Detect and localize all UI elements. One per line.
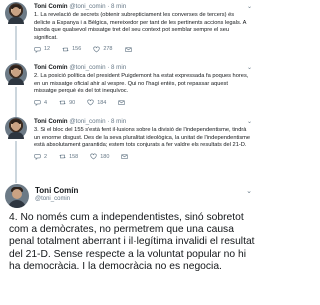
retweet-count: 158 (69, 153, 79, 160)
tweet-text: 1. La revelació de secrets (obtenir subr… (34, 12, 247, 41)
retweet-button[interactable]: 90 (59, 99, 75, 106)
like-button[interactable]: 180 (90, 153, 109, 160)
like-count: 278 (103, 46, 113, 52)
author-handle[interactable]: @toni_comin · 8 min (69, 118, 126, 125)
avatar-shirt (8, 78, 24, 85)
reply-button[interactable]: 12 (34, 46, 50, 53)
author-name[interactable]: Toni Comín (34, 118, 68, 125)
retweet-icon (59, 154, 66, 159)
mail-icon (118, 100, 125, 105)
avatar-face (12, 68, 20, 77)
retweet-count: 90 (69, 99, 76, 106)
tweet-actions: 4 90 184 (34, 99, 252, 107)
author-name[interactable]: Toni Comín (35, 186, 78, 195)
tweet-header: Toni Comín @toni_comin · 8 min (34, 64, 252, 72)
retweet-count: 156 (72, 46, 82, 52)
like-button[interactable]: 184 (87, 99, 106, 106)
chevron-down-icon[interactable]: ⌄ (247, 64, 252, 71)
chevron-down-icon[interactable]: ⌄ (246, 187, 252, 195)
reply-button[interactable]: 2 (34, 153, 47, 160)
main-tweet-text: 4. No només cum a independentistes, sinó… (9, 212, 255, 272)
reply-count: 2 (44, 153, 48, 160)
author-name[interactable]: Toni Comín (34, 3, 68, 10)
thread-tweet[interactable]: Toni Comín @toni_comin · 8 min ⌄ 3. Si e… (0, 117, 260, 183)
like-count: 180 (100, 153, 110, 160)
avatar-face (12, 7, 20, 16)
tweet-header: Toni Comín @toni_comin · 8 min (34, 118, 252, 126)
thread-line (15, 141, 17, 183)
avatar-shirt (8, 132, 24, 139)
thread-tweet[interactable]: Toni Comín @toni_comin · 8 min ⌄ 2. La p… (0, 63, 260, 122)
avatar[interactable] (5, 2, 27, 24)
tweet-content: Toni Comín @toni_comin · 8 min ⌄ 1. La r… (34, 3, 252, 53)
author-handle[interactable]: @toni_comin · 8 min (69, 3, 126, 10)
message-button[interactable] (124, 46, 135, 53)
tweet-actions: 2 158 180 (34, 153, 252, 161)
thread-tweet[interactable]: Toni Comín @toni_comin · 8 min ⌄ 1. La r… (0, 2, 260, 61)
reply-icon (34, 46, 41, 53)
heart-icon (93, 46, 100, 52)
message-button[interactable] (121, 153, 131, 160)
tweet-text: 2. La posició política del president Pui… (34, 73, 249, 94)
author-name[interactable]: Toni Comín (34, 64, 68, 71)
tweet-actions: 12 156 278 (34, 45, 252, 53)
chevron-down-icon[interactable]: ⌄ (247, 3, 252, 10)
retweet-button[interactable]: 156 (62, 46, 81, 53)
tweet-content: Toni Comín @toni_comin · 8 min ⌄ 2. La p… (34, 64, 252, 107)
tweet-content: Toni Comín @toni_comin · 8 min ⌄ 3. Si e… (34, 118, 252, 161)
like-count: 184 (97, 99, 107, 106)
reply-button[interactable]: 4 (34, 99, 47, 106)
author-handle[interactable]: @toni_comin (35, 196, 70, 202)
avatar-shirt (8, 17, 24, 24)
retweet-icon (62, 47, 69, 51)
mail-icon (121, 154, 129, 159)
avatar-shirt (8, 200, 26, 208)
avatar[interactable] (5, 184, 29, 208)
retweet-icon (59, 100, 66, 105)
thread-line (15, 26, 17, 60)
chevron-down-icon[interactable]: ⌄ (247, 118, 252, 125)
avatar-face (12, 122, 20, 131)
avatar-face (12, 189, 22, 199)
thread-line (15, 87, 17, 119)
reply-icon (34, 154, 41, 160)
reply-count: 4 (44, 99, 48, 106)
tweet-text: 3. Si el bloc del 155 s'està fent il·lus… (34, 127, 251, 148)
retweet-button[interactable]: 158 (59, 153, 78, 160)
reply-count: 12 (44, 46, 51, 52)
heart-icon (90, 153, 97, 160)
tweet-header: Toni Comín @toni_comin · 8 min (34, 3, 252, 11)
heart-icon (87, 99, 94, 106)
message-button[interactable] (118, 99, 128, 106)
like-button[interactable]: 278 (93, 46, 113, 53)
reply-icon (34, 100, 41, 106)
avatar[interactable] (5, 63, 27, 85)
mail-icon (124, 46, 132, 52)
avatar[interactable] (5, 117, 27, 139)
author-handle[interactable]: @toni_comin · 8 min (69, 64, 126, 71)
